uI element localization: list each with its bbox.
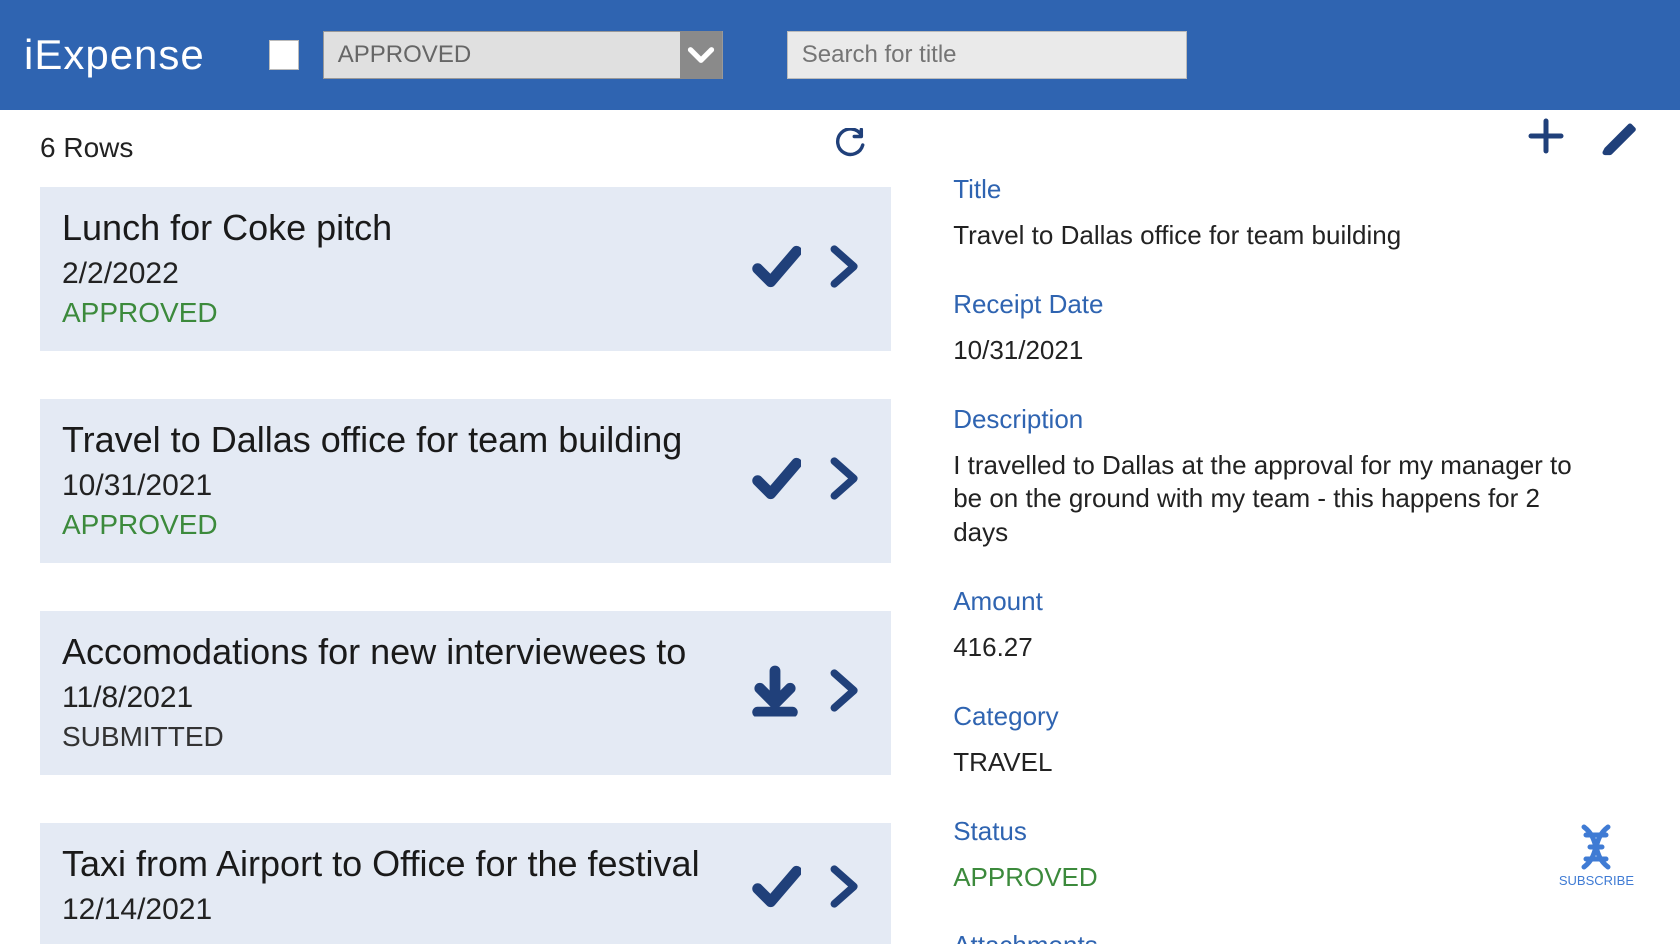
expense-title: Lunch for Coke pitch — [62, 207, 869, 249]
filter-checkbox[interactable] — [269, 40, 299, 70]
expense-date: 2/2/2022 — [62, 257, 869, 291]
check-icon — [749, 861, 801, 918]
expense-list-item[interactable]: Accomodations for new interviewees to 11… — [40, 611, 891, 775]
expense-status: APPROVED — [62, 297, 869, 329]
chevron-right-icon[interactable] — [817, 241, 869, 298]
expense-date: 11/8/2021 — [62, 681, 869, 715]
chevron-right-icon[interactable] — [817, 453, 869, 510]
expense-title: Taxi from Airport to Office for the fest… — [62, 843, 869, 885]
detail-value-status: APPROVED — [953, 861, 1593, 895]
expense-list-panel: 6 Rows Lunch for Coke pitch 2/2/2022 APP… — [0, 110, 907, 944]
detail-value-receipt-date: 10/31/2021 — [953, 334, 1593, 368]
expense-list-item[interactable]: Travel to Dallas office for team buildin… — [40, 399, 891, 563]
download-icon — [749, 665, 801, 722]
detail-scroll[interactable]: Title Travel to Dallas office for team b… — [953, 140, 1650, 944]
refresh-button[interactable] — [833, 128, 867, 167]
subscribe-badge[interactable]: SUBSCRIBE — [1559, 823, 1634, 888]
expense-title: Travel to Dallas office for team buildin… — [62, 419, 869, 461]
dna-icon — [1572, 823, 1620, 871]
expense-list-item[interactable]: Lunch for Coke pitch 2/2/2022 APPROVED — [40, 187, 891, 351]
chevron-right-icon[interactable] — [817, 665, 869, 722]
detail-value-description: I travelled to Dallas at the approval fo… — [953, 449, 1593, 550]
expense-list-item[interactable]: Taxi from Airport to Office for the fest… — [40, 823, 891, 944]
detail-label-receipt-date: Receipt Date — [953, 289, 1640, 320]
expense-status: SUBMITTED — [62, 721, 869, 753]
chevron-right-icon[interactable] — [817, 861, 869, 918]
detail-label-amount: Amount — [953, 586, 1640, 617]
row-count-label: 6 Rows — [40, 132, 133, 164]
top-bar: iExpense APPROVED — [0, 0, 1680, 110]
title-search-input[interactable] — [787, 31, 1187, 79]
detail-label-category: Category — [953, 701, 1640, 732]
chevron-down-icon[interactable] — [680, 31, 722, 79]
expense-title: Accomodations for new interviewees to — [62, 631, 869, 673]
detail-label-attachments: Attachments — [953, 930, 1640, 944]
add-button[interactable] — [1526, 116, 1566, 161]
expense-detail-panel: Title Travel to Dallas office for team b… — [907, 110, 1680, 944]
expense-list-scroll[interactable]: Lunch for Coke pitch 2/2/2022 APPROVED — [40, 187, 897, 944]
expense-date: 12/14/2021 — [62, 893, 869, 927]
status-filter-value: APPROVED — [324, 41, 680, 69]
brand-title: iExpense — [24, 31, 205, 79]
status-filter-dropdown[interactable]: APPROVED — [323, 31, 723, 79]
check-icon — [749, 241, 801, 298]
detail-value-category: TRAVEL — [953, 746, 1593, 780]
subscribe-label: SUBSCRIBE — [1559, 873, 1634, 888]
detail-label-status: Status — [953, 816, 1640, 847]
expense-status: APPROVED — [62, 509, 869, 541]
expense-date: 10/31/2021 — [62, 469, 869, 503]
check-icon — [749, 453, 801, 510]
detail-value-amount: 416.27 — [953, 631, 1593, 665]
edit-button[interactable] — [1600, 116, 1640, 161]
detail-label-title: Title — [953, 174, 1640, 205]
detail-value-title: Travel to Dallas office for team buildin… — [953, 219, 1593, 253]
detail-label-description: Description — [953, 404, 1640, 435]
